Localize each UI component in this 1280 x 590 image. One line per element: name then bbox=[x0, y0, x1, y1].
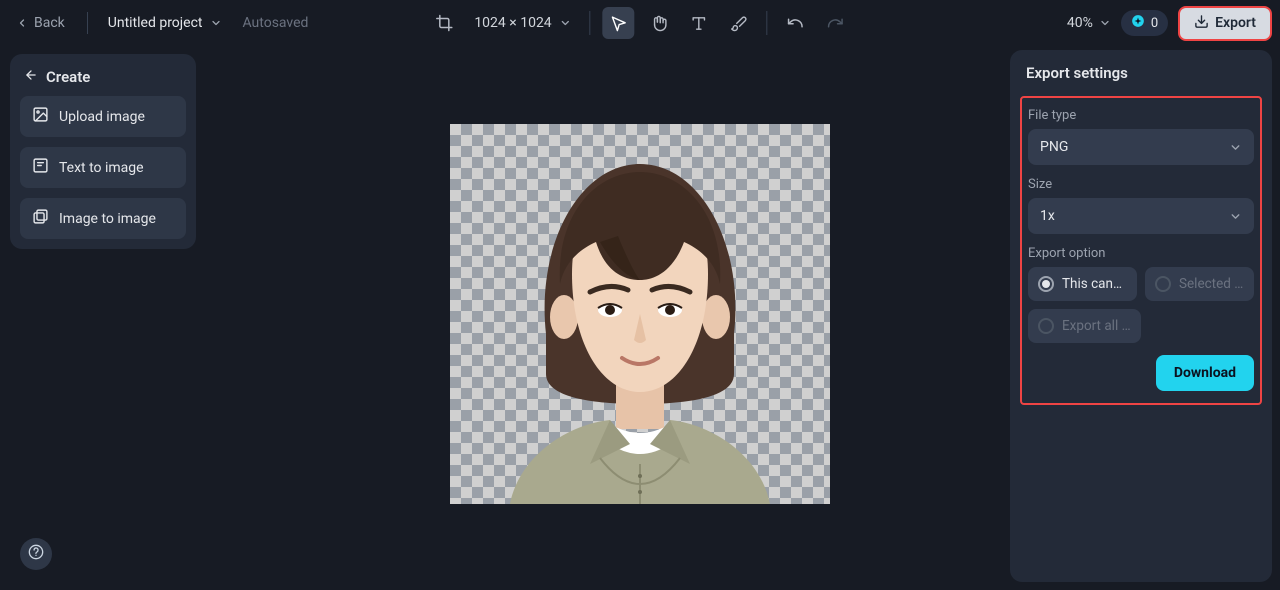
export-button-label: Export bbox=[1215, 15, 1256, 31]
canvas[interactable] bbox=[450, 124, 830, 504]
upload-image-label: Upload image bbox=[59, 109, 145, 125]
chevron-down-icon bbox=[1099, 17, 1111, 29]
export-option-row-2: Export all … bbox=[1028, 309, 1254, 343]
option-export-all[interactable]: Export all … bbox=[1028, 309, 1141, 343]
create-header[interactable]: Create bbox=[20, 64, 186, 96]
credits-pill[interactable]: 0 bbox=[1121, 10, 1168, 36]
radio-off-icon bbox=[1038, 318, 1054, 334]
file-type-label: File type bbox=[1028, 108, 1254, 123]
toolbar-separator bbox=[767, 11, 768, 35]
chevron-down-icon bbox=[1229, 141, 1242, 154]
select-tool-button[interactable] bbox=[603, 7, 635, 39]
file-type-select[interactable]: PNG bbox=[1028, 129, 1254, 165]
redo-button[interactable] bbox=[820, 7, 852, 39]
text-to-image-button[interactable]: Text to image bbox=[20, 147, 186, 188]
canvas-size-text: 1024 × 1024 bbox=[474, 15, 551, 31]
text-to-image-icon bbox=[32, 157, 49, 178]
back-label: Back bbox=[34, 15, 65, 31]
brush-tool-button[interactable] bbox=[723, 7, 755, 39]
toolbar-separator bbox=[590, 11, 591, 35]
divider bbox=[87, 12, 88, 34]
chevron-down-icon bbox=[560, 17, 572, 29]
undo-button[interactable] bbox=[780, 7, 812, 39]
project-name-text: Untitled project bbox=[108, 15, 203, 31]
chevron-down-icon bbox=[210, 17, 222, 29]
download-icon bbox=[1194, 14, 1209, 33]
export-button[interactable]: Export bbox=[1178, 6, 1272, 41]
autosave-status: Autosaved bbox=[242, 15, 308, 31]
top-bar: Back Untitled project Autosaved 1024 × 1… bbox=[0, 0, 1280, 46]
credits-value: 0 bbox=[1151, 16, 1158, 31]
back-button[interactable]: Back bbox=[8, 11, 73, 35]
option-selected-layers[interactable]: Selected l… bbox=[1145, 267, 1254, 301]
option-this-canvas[interactable]: This canvas bbox=[1028, 267, 1137, 301]
help-button[interactable] bbox=[20, 538, 52, 570]
size-select[interactable]: 1x bbox=[1028, 198, 1254, 234]
option-export-all-label: Export all … bbox=[1062, 318, 1131, 334]
chevron-down-icon bbox=[1229, 210, 1242, 223]
image-to-image-button[interactable]: Image to image bbox=[20, 198, 186, 239]
right-toolbar: 40% 0 Export bbox=[1067, 6, 1272, 41]
zoom-dropdown[interactable]: 40% bbox=[1067, 15, 1111, 31]
portrait-image bbox=[450, 124, 830, 504]
upload-image-icon bbox=[32, 106, 49, 127]
chevron-left-icon bbox=[16, 17, 28, 29]
help-icon bbox=[28, 544, 44, 564]
upload-image-button[interactable]: Upload image bbox=[20, 96, 186, 137]
center-toolbar: 1024 × 1024 bbox=[428, 7, 851, 39]
arrow-left-icon bbox=[24, 68, 38, 86]
canvas-size-dropdown[interactable]: 1024 × 1024 bbox=[468, 15, 577, 31]
download-row: Download bbox=[1028, 355, 1254, 391]
image-to-image-icon bbox=[32, 208, 49, 229]
export-settings-body: File type PNG Size 1x Export option This… bbox=[1020, 96, 1262, 405]
credits-icon bbox=[1131, 14, 1145, 32]
size-label: Size bbox=[1028, 177, 1254, 192]
option-selected-label: Selected l… bbox=[1179, 276, 1244, 292]
radio-on-icon bbox=[1038, 276, 1054, 292]
export-settings-panel: Export settings File type PNG Size 1x Ex… bbox=[1010, 50, 1272, 582]
download-button-label: Download bbox=[1174, 365, 1236, 381]
zoom-value: 40% bbox=[1067, 15, 1093, 31]
text-tool-button[interactable] bbox=[683, 7, 715, 39]
download-button[interactable]: Download bbox=[1156, 355, 1254, 391]
size-value: 1x bbox=[1040, 208, 1055, 224]
export-option-label: Export option bbox=[1028, 246, 1254, 261]
option-this-canvas-label: This canvas bbox=[1062, 276, 1127, 292]
hand-tool-button[interactable] bbox=[643, 7, 675, 39]
export-option-row-1: This canvas Selected l… bbox=[1028, 267, 1254, 301]
create-title: Create bbox=[46, 68, 90, 86]
file-type-value: PNG bbox=[1040, 139, 1068, 155]
create-panel: Create Upload image Text to image Image … bbox=[10, 54, 196, 249]
crop-button[interactable] bbox=[428, 7, 460, 39]
project-name-dropdown[interactable]: Untitled project bbox=[102, 11, 229, 35]
text-to-image-label: Text to image bbox=[59, 160, 144, 176]
image-to-image-label: Image to image bbox=[59, 211, 156, 227]
radio-off-icon bbox=[1155, 276, 1171, 292]
export-settings-title: Export settings bbox=[1010, 64, 1272, 96]
